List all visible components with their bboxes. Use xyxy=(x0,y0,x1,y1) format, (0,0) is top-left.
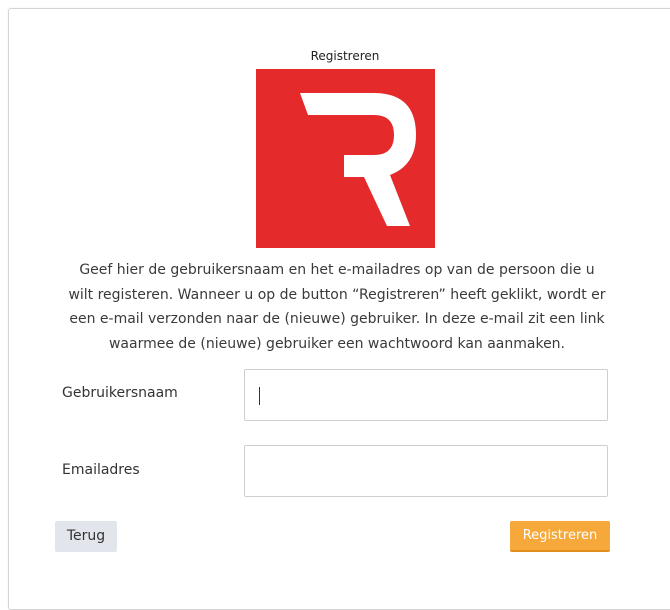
intro-text: Geef hier de gebruikersnaam en het e-mai… xyxy=(34,258,640,356)
logo-graphic xyxy=(300,93,416,226)
username-input[interactable] xyxy=(244,369,608,421)
register-button[interactable]: Registreren xyxy=(510,521,610,552)
username-label: Gebruikersnaam xyxy=(62,385,178,401)
text-cursor xyxy=(259,387,260,405)
back-button[interactable]: Terug xyxy=(55,521,117,552)
email-label: Emailadres xyxy=(62,462,140,478)
intro-line: Geef hier de gebruikersnaam en het e-mai… xyxy=(79,262,595,278)
page-title: Registreren xyxy=(310,49,380,63)
email-input[interactable] xyxy=(244,445,608,497)
intro-line: wilt registeren. Wanneer u op de button … xyxy=(68,286,606,303)
r-logo-icon xyxy=(256,69,435,248)
intro-line: een e-mail verzonden naar de (nieuwe) ge… xyxy=(69,311,605,327)
intro-line: waarmee de (nieuwe) gebruiker een wachtw… xyxy=(108,335,566,352)
